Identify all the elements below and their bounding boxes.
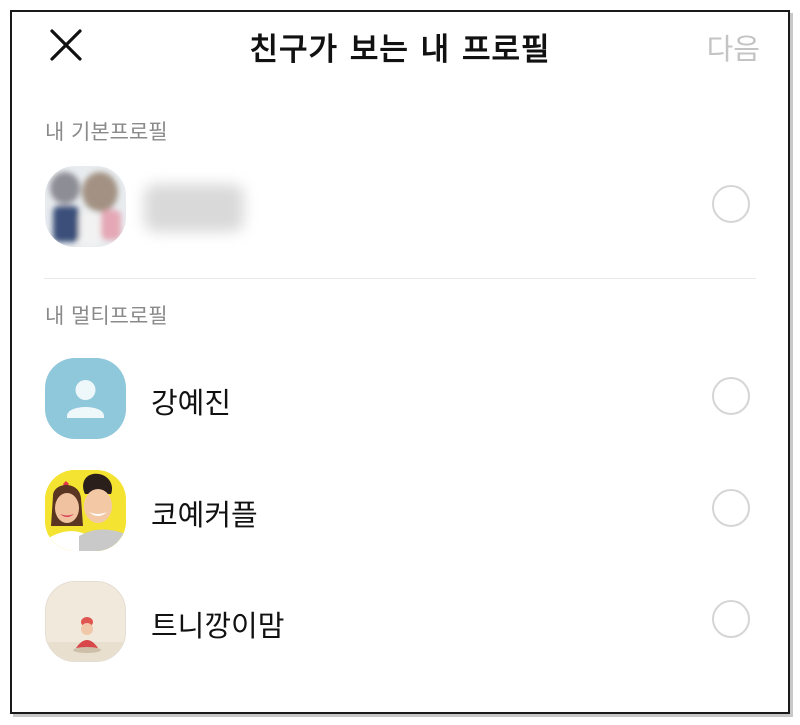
profile-name: 강예진	[151, 386, 232, 420]
next-button[interactable]: 다음	[707, 26, 760, 68]
multi-profile-section-label: 내 멀티프로필	[45, 304, 168, 328]
multi-profile-row[interactable]: 코예커플	[12, 468, 788, 556]
profile-select-screen: 친구가 보는 내 프로필 다음 내 기본프로필 내 멀티프로필 강예진 코예커플…	[10, 10, 790, 714]
basic-profile-section-label: 내 기본프로필	[45, 120, 168, 144]
blurred-name-placeholder	[144, 184, 244, 232]
default-avatar	[45, 358, 126, 439]
basic-profile-row[interactable]	[12, 164, 788, 252]
section-divider	[44, 278, 756, 279]
basic-profile-radio[interactable]	[712, 185, 750, 223]
profile-name: 트니깡이맘	[151, 609, 285, 643]
multi-profile-row[interactable]: 강예진	[12, 356, 788, 444]
basic-profile-avatar	[45, 166, 126, 247]
person-icon	[67, 380, 104, 418]
multi-profile-row[interactable]: 트니깡이맘	[12, 579, 788, 667]
couple-illustration-image	[45, 470, 126, 551]
baby-photo-image	[46, 582, 125, 661]
profile-radio[interactable]	[712, 489, 750, 527]
couple-avatar	[45, 470, 126, 551]
header: 친구가 보는 내 프로필 다음	[12, 12, 788, 82]
profile-name: 코예커플	[151, 498, 258, 532]
profile-radio[interactable]	[712, 377, 750, 415]
baby-photo-avatar	[45, 581, 126, 662]
blurred-photo-image	[45, 166, 126, 247]
profile-radio[interactable]	[712, 600, 750, 638]
page-title: 친구가 보는 내 프로필	[249, 32, 551, 68]
